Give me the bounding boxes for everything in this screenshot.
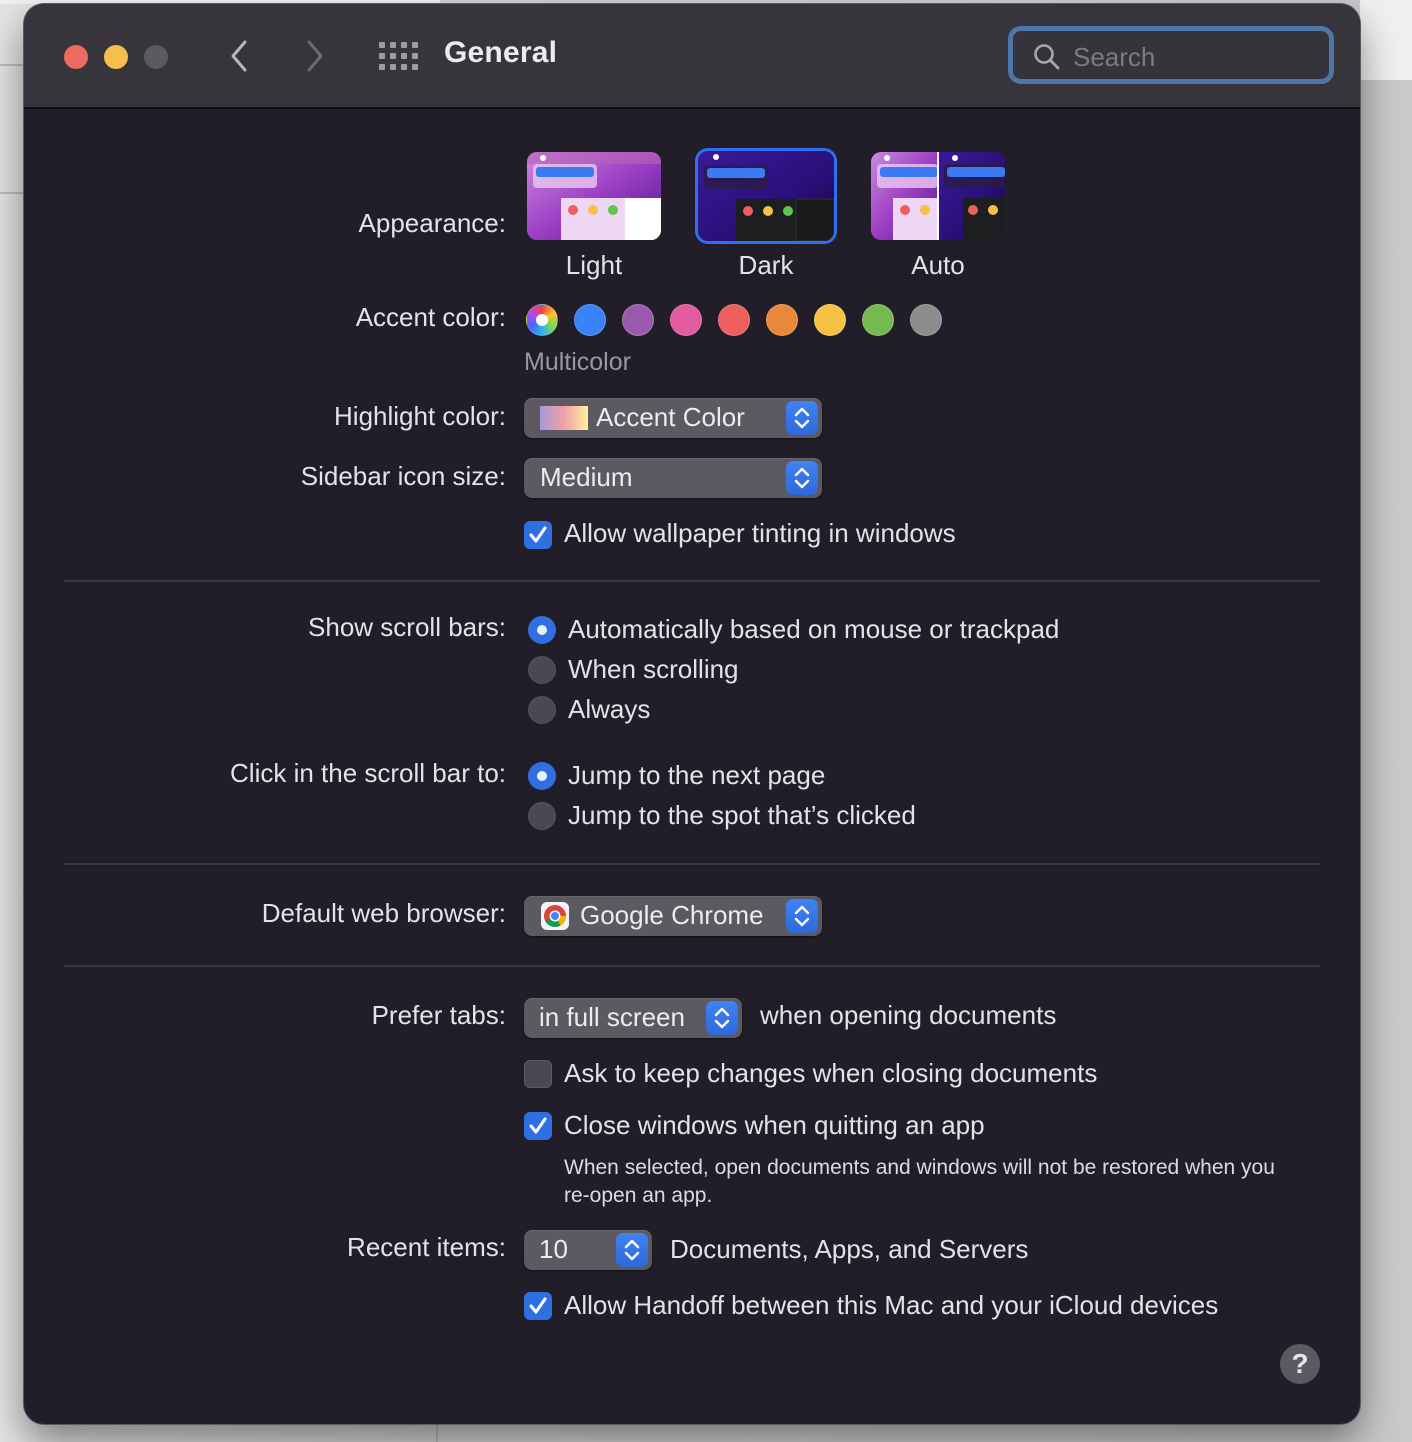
show-all-grid-icon[interactable] [376,39,418,73]
checkmark-icon [529,1297,547,1314]
scroll-bars-automatic-label[interactable]: Automatically based on mouse or trackpad [568,614,1059,645]
search-input[interactable] [1071,39,1315,75]
background-window-edge [1360,0,1412,80]
chrome-icon [541,902,569,930]
light-mode-preview-icon [527,152,661,240]
handoff-label: Allow Handoff between this Mac and your … [564,1290,1219,1320]
recent-items-value: 10 [539,1234,568,1264]
jump-next-page-label[interactable]: Jump to the next page [568,760,825,791]
close-windows-description: When selected, open documents and window… [564,1156,1275,1207]
prefer-tabs-popup[interactable]: in full screen [524,998,742,1038]
close-windows-checkbox[interactable] [524,1112,552,1140]
window-title: General [444,36,558,69]
highlight-color-label: Highlight color: [334,401,506,431]
zoom-window-button-disabled [144,45,168,69]
jump-spot-clicked-label[interactable]: Jump to the spot that’s clicked [568,800,916,831]
background-line [0,64,24,66]
recent-items-label: Recent items: [347,1232,506,1262]
chevron-right-icon [307,40,323,72]
accent-color-label: Accent color: [355,302,506,332]
background-line [436,1424,438,1442]
accent-red-swatch[interactable] [718,304,750,336]
appearance-dark-label: Dark [738,250,794,280]
recent-items-popup[interactable]: 10 [524,1230,652,1270]
appearance-label: Appearance: [358,208,506,238]
popup-stepper-icon [616,1233,648,1267]
jump-spot-clicked-radio[interactable] [528,802,556,830]
accent-pink-swatch[interactable] [670,304,702,336]
sidebar-icon-size-label: Sidebar icon size: [300,461,506,491]
checkmark-icon [529,1117,547,1134]
scroll-bars-when-scrolling-radio[interactable] [528,656,556,684]
highlight-color-value: Accent Color [596,402,745,432]
dark-mode-preview-icon [698,151,834,241]
search-icon [1034,44,1060,70]
prefer-tabs-label: Prefer tabs: [371,1000,506,1030]
accent-yellow-swatch[interactable] [814,304,846,336]
default-browser-value: Google Chrome [580,900,764,930]
highlight-color-popup[interactable]: Accent Color [524,398,822,438]
accent-blue-swatch[interactable] [574,304,606,336]
minimize-window-button[interactable] [104,45,128,69]
appearance-light-label: Light [565,250,623,280]
sidebar-icon-size-popup[interactable]: Medium [524,458,822,498]
titlebar: General [24,4,1360,109]
accent-green-swatch[interactable] [862,304,894,336]
accent-selected-name: Multicolor [524,348,631,376]
handoff-checkbox[interactable] [524,1292,552,1320]
default-browser-popup[interactable]: Google Chrome [524,896,822,936]
scroll-bars-always-label[interactable]: Always [568,694,650,725]
accent-purple-swatch[interactable] [622,304,654,336]
popup-stepper-icon [706,1001,738,1035]
section-divider [64,965,1320,967]
appearance-light-option[interactable] [527,152,661,240]
click-scroll-bar-label: Click in the scroll bar to: [230,758,506,788]
background-line [0,192,24,194]
accent-orange-swatch[interactable] [766,304,798,336]
accent-graphite-swatch[interactable] [910,304,942,336]
chevron-left-icon [231,40,247,72]
prefer-tabs-suffix: when opening documents [760,1000,1057,1030]
ask-keep-changes-label: Ask to keep changes when closing documen… [564,1058,1098,1088]
recent-items-suffix: Documents, Apps, and Servers [670,1234,1029,1264]
forward-button[interactable] [294,36,334,76]
wallpaper-tinting-checkbox[interactable] [524,521,552,549]
popup-stepper-icon [786,899,818,933]
default-browser-label: Default web browser: [261,898,506,928]
section-divider [64,580,1320,582]
ask-keep-changes-checkbox[interactable] [524,1060,552,1088]
accent-multicolor-swatch[interactable] [526,304,558,336]
checkmark-icon [529,526,547,543]
help-button[interactable]: ? [1280,1344,1320,1384]
scroll-bars-automatic-radio[interactable] [528,616,556,644]
appearance-auto-label: Auto [911,250,965,280]
sidebar-icon-size-value: Medium [540,462,633,492]
system-preferences-window: General Appearance: [24,4,1360,1424]
scroll-bars-always-radio[interactable] [528,696,556,724]
search-field[interactable] [1008,26,1334,84]
back-button[interactable] [220,36,260,76]
appearance-auto-option[interactable] [871,152,1005,240]
wallpaper-tinting-label: Allow wallpaper tinting in windows [564,518,956,548]
highlight-color-swatch [540,406,588,430]
popup-stepper-icon [786,401,818,435]
jump-next-page-radio[interactable] [528,762,556,790]
auto-mode-preview-icon [871,152,1005,240]
close-windows-label: Close windows when quitting an app [564,1110,985,1140]
show-scroll-bars-label: Show scroll bars: [308,612,506,642]
close-window-button[interactable] [64,45,88,69]
popup-stepper-icon [786,461,818,495]
section-divider [64,863,1320,865]
appearance-dark-option[interactable] [698,151,834,241]
scroll-bars-when-scrolling-label[interactable]: When scrolling [568,654,739,685]
prefer-tabs-value: in full screen [539,1002,685,1032]
